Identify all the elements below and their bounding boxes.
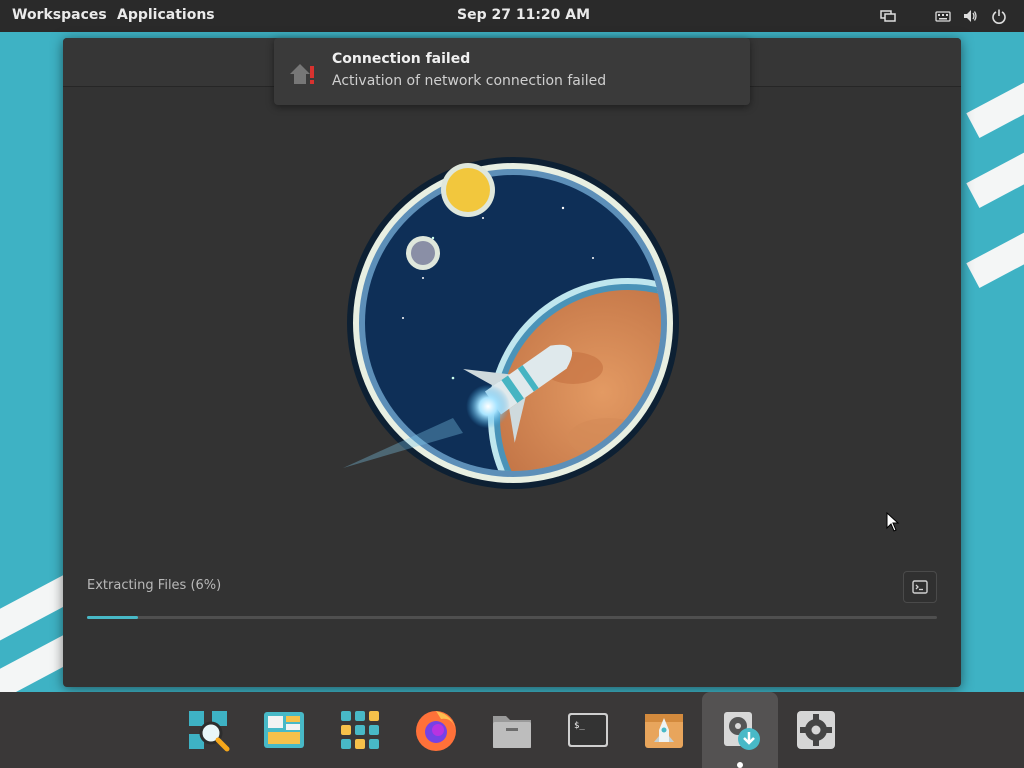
install-progress-fill bbox=[87, 616, 138, 619]
top-panel: Workspaces Applications Sep 27 11:20 AM bbox=[0, 0, 1024, 32]
dock-item-firefox[interactable] bbox=[412, 706, 460, 754]
dock-item-pop-shop[interactable] bbox=[640, 706, 688, 754]
mouse-cursor-icon bbox=[886, 512, 900, 532]
volume-icon[interactable] bbox=[962, 8, 978, 24]
dock-item-installer[interactable] bbox=[702, 692, 778, 768]
installer-icon bbox=[724, 712, 760, 750]
install-status-label: Extracting Files (6%) bbox=[87, 578, 222, 593]
network-error-icon bbox=[290, 64, 314, 84]
svg-text:$_: $_ bbox=[574, 721, 585, 731]
dock-item-terminal[interactable]: $_ bbox=[564, 706, 612, 754]
dock-item-applications[interactable] bbox=[336, 706, 384, 754]
dock-item-search[interactable] bbox=[184, 706, 232, 754]
clock[interactable]: Sep 27 11:20 AM bbox=[457, 7, 590, 23]
display-icon[interactable] bbox=[880, 8, 896, 24]
rocket-space-illustration bbox=[343, 157, 679, 489]
terminal-icon: $_ bbox=[568, 713, 608, 747]
window-tiling-icon bbox=[264, 712, 304, 748]
keyboard-icon[interactable] bbox=[935, 8, 951, 24]
dock: $_ bbox=[0, 692, 1024, 768]
dock-item-tiling[interactable] bbox=[260, 706, 308, 754]
applications-grid-icon bbox=[341, 711, 379, 749]
settings-icon bbox=[797, 711, 835, 749]
workspaces-button[interactable]: Workspaces bbox=[12, 7, 107, 23]
terminal-log-icon bbox=[912, 580, 928, 594]
show-log-button[interactable] bbox=[903, 571, 937, 603]
power-icon[interactable] bbox=[991, 8, 1007, 24]
installer-window: Extracting Files (6%) bbox=[63, 38, 961, 687]
pop-shop-icon bbox=[645, 714, 683, 748]
dock-item-settings[interactable] bbox=[792, 706, 840, 754]
dock-item-files[interactable] bbox=[488, 706, 536, 754]
install-progress-bar bbox=[87, 616, 937, 619]
notification-body: Activation of network connection failed bbox=[332, 73, 607, 89]
running-indicator bbox=[737, 762, 743, 768]
notification-title: Connection failed bbox=[332, 51, 471, 67]
search-app-icon bbox=[189, 711, 230, 752]
applications-button[interactable]: Applications bbox=[117, 7, 215, 23]
notification-popup[interactable]: Connection failed Activation of network … bbox=[274, 38, 750, 105]
firefox-icon bbox=[416, 711, 456, 751]
files-icon bbox=[493, 716, 531, 748]
